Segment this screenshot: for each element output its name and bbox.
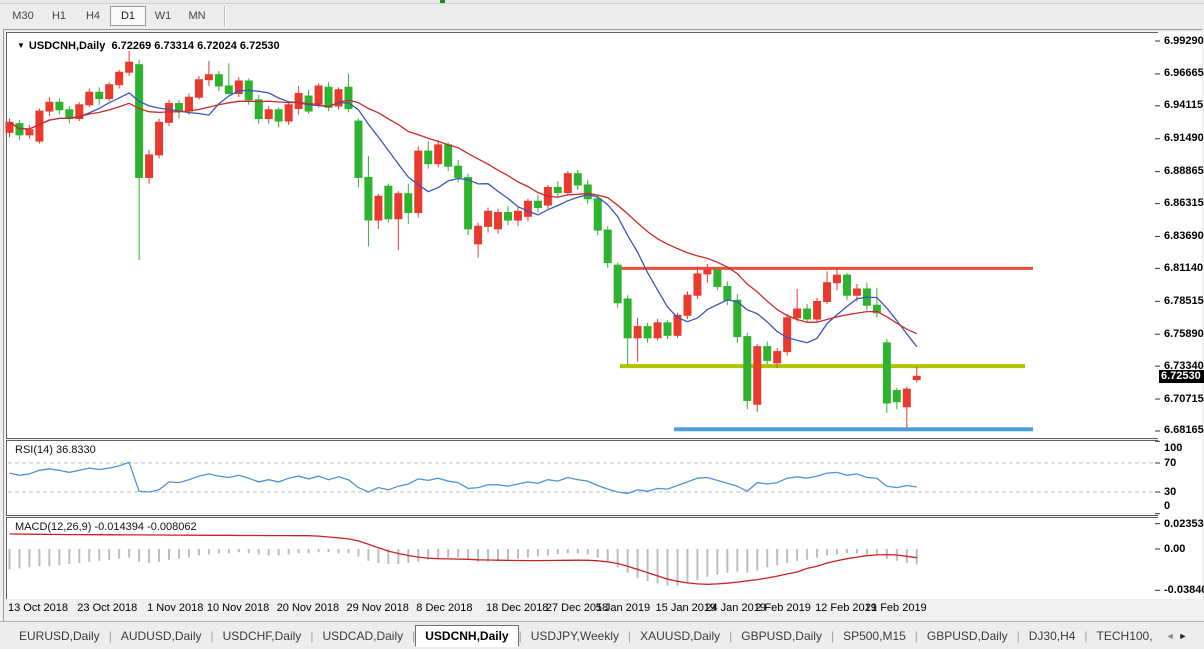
price-tick-label: 6.70715 [1164, 393, 1204, 405]
price-tick-label: 6.78515 [1164, 295, 1204, 307]
price-tick-label: 6.75890 [1164, 328, 1204, 340]
date-tick-label: 13 Oct 2018 [8, 602, 68, 614]
date-tick-label: 5 Jan 2019 [596, 602, 650, 614]
tab-tech100-[interactable]: TECH100, [1088, 626, 1162, 646]
price-axis [1158, 32, 1202, 599]
collapse-triangle-icon[interactable]: ▼ [17, 41, 25, 50]
tab-usdcnh-daily[interactable]: USDCNH,Daily [415, 625, 518, 647]
timeframe-button-h1[interactable]: H1 [42, 6, 76, 26]
tab-usdchf-daily[interactable]: USDCHF,Daily [214, 626, 311, 646]
date-tick-label: 2 Feb 2019 [755, 602, 811, 614]
price-chart-panel[interactable]: ▼ USDCNH,Daily 6.72269 6.73314 6.72024 6.… [6, 32, 1159, 439]
tab-usdcad-daily[interactable]: USDCAD,Daily [313, 626, 412, 646]
time-axis: 13 Oct 2018 23 Oct 2018 1 Nov 2018 10 Nov 2… [4, 599, 1202, 621]
macd-panel[interactable]: MACD(12,26,9) -0.014394 -0.008062 [6, 517, 1159, 601]
price-tick-label: 6.68165 [1164, 424, 1204, 436]
chart-ohlc-values: 6.72269 6.73314 6.72024 6.72530 [111, 40, 279, 52]
chart-symbol-label: USDCNH,Daily [29, 40, 105, 52]
tab-scroll-right-icon[interactable]: ► [1179, 631, 1188, 641]
date-tick-label: 29 Nov 2018 [346, 602, 408, 614]
price-tick-label: 6.94115 [1164, 99, 1203, 111]
timeframe-button-d1[interactable]: D1 [110, 6, 146, 26]
date-tick-label: 20 Nov 2018 [277, 602, 339, 614]
date-tick-label: 1 Nov 2018 [147, 602, 203, 614]
price-tick-label: 6.86315 [1164, 197, 1204, 209]
chart-window: ▼ USDCNH,Daily 6.72269 6.73314 6.72024 6.… [3, 29, 1202, 621]
macd-indicator-label: MACD(12,26,9) -0.014394 -0.008062 [15, 521, 197, 533]
macd-tick-label: -0.038466 [1164, 584, 1204, 596]
symbol-tab-bar: EURUSD,Daily|AUDUSD,Daily|USDCHF,Daily|U… [0, 621, 1204, 649]
timeframe-button-w1[interactable]: W1 [146, 6, 180, 26]
rsi-indicator-label: RSI(14) 36.8330 [15, 444, 96, 456]
macd-tick-label: 0.023534 [1164, 518, 1204, 530]
rsi-tick-label: 30 [1164, 486, 1176, 498]
price-tick-label: 6.91490 [1164, 132, 1204, 144]
date-tick-label: 10 Nov 2018 [207, 602, 269, 614]
tab-dj30-h4[interactable]: DJ30,H4 [1020, 626, 1085, 646]
tab-usdjpy-weekly[interactable]: USDJPY,Weekly [522, 626, 628, 646]
timeframe-button-mn[interactable]: MN [180, 6, 214, 26]
timeframe-button-m30[interactable]: M30 [4, 6, 42, 26]
timeframe-button-h4[interactable]: H4 [76, 6, 110, 26]
last-price-tag: 6.72530 [1159, 370, 1204, 383]
tab-gbpusd-daily[interactable]: GBPUSD,Daily [732, 626, 831, 646]
rsi-tick-label: 100 [1164, 442, 1182, 454]
date-tick-label: 18 Dec 2018 [486, 602, 548, 614]
tab-eurusd-daily[interactable]: EURUSD,Daily [10, 626, 109, 646]
tab-xauusd-daily[interactable]: XAUUSD,Daily [631, 626, 729, 646]
tab-gbpusd-daily[interactable]: GBPUSD,Daily [918, 626, 1017, 646]
price-tick-label: 6.99290 [1164, 35, 1204, 47]
price-tick-label: 6.96665 [1164, 67, 1204, 79]
green-indicator-dot [440, 0, 445, 3]
date-tick-label: 23 Oct 2018 [77, 602, 137, 614]
macd-tick-label: 0.00 [1164, 543, 1185, 555]
rsi-tick-label: 0 [1164, 500, 1170, 512]
rsi-panel[interactable]: RSI(14) 36.8330 [6, 440, 1159, 516]
chart-title: ▼ USDCNH,Daily 6.72269 6.73314 6.72024 6.… [17, 40, 280, 52]
tab-sp500-m15[interactable]: SP500,M15 [834, 626, 915, 646]
date-tick-label: 8 Dec 2018 [416, 602, 472, 614]
date-tick-label: 21 Feb 2019 [865, 602, 927, 614]
rsi-tick-label: 70 [1164, 457, 1176, 469]
price-tick-label: 6.88865 [1164, 165, 1204, 177]
price-tick-label: 6.83690 [1164, 230, 1204, 242]
timeframe-toolbar: M30H1H4D1W1MN [0, 4, 1204, 29]
tab-scroll-left-icon[interactable]: ◄ [1166, 631, 1175, 641]
tab-audusd-daily[interactable]: AUDUSD,Daily [112, 626, 211, 646]
price-tick-label: 6.81140 [1164, 262, 1203, 274]
toolbar-separator [224, 6, 226, 27]
